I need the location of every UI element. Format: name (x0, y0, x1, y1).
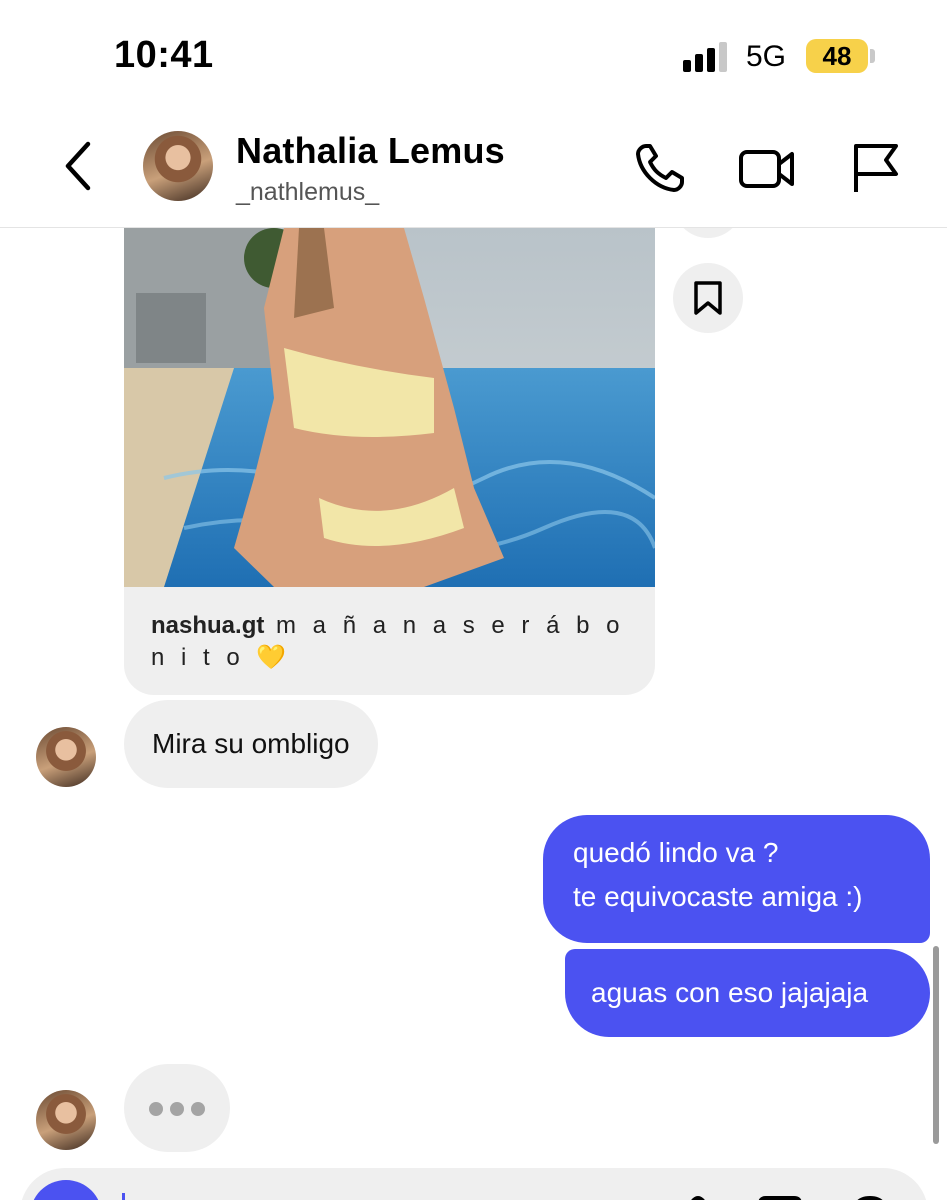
post-username[interactable]: nashua.gt (151, 612, 264, 639)
chat-header: Nathalia Lemus _nathlemus_ (0, 110, 947, 228)
outgoing-message[interactable]: quedó lindo va ? te equivocaste amiga :) (543, 815, 930, 943)
bookmark-icon (694, 281, 722, 315)
signal-strength-icon (683, 42, 731, 72)
outgoing-message[interactable]: aguas con eso jajajaja (565, 949, 930, 1037)
more-options-button[interactable] (673, 228, 743, 238)
message-text: aguas con eso jajajaja (591, 977, 869, 1008)
sticker-icon (857, 1195, 883, 1200)
contact-avatar[interactable] (143, 131, 213, 201)
yellow-heart-emoji: 💛 (256, 644, 292, 671)
video-camera-icon (739, 150, 794, 188)
video-call-button[interactable] (738, 140, 794, 196)
battery-tip (870, 49, 875, 63)
typing-indicator (124, 1064, 230, 1152)
save-post-button[interactable] (673, 263, 743, 333)
text-cursor (122, 1193, 125, 1200)
status-bar: 10:41 5G 48 (0, 0, 947, 110)
post-caption: nashua.gt m a ñ a n a s e r á b o n i t … (151, 610, 626, 674)
battery-level: 48 (822, 41, 852, 71)
message-text-line-2: te equivocaste amiga :) (573, 881, 863, 912)
message-text-line-1: quedó lindo va ? (573, 837, 779, 868)
message-thread[interactable]: nashua.gt m a ñ a n a s e r á b o n i t … (0, 228, 947, 1170)
microphone-button[interactable] (678, 1192, 718, 1200)
contact-username[interactable]: _nathlemus_ (236, 178, 379, 207)
network-label: 5G (746, 40, 787, 73)
message-text: Mira su ombligo (152, 728, 350, 759)
image-icon (758, 1196, 802, 1200)
phone-icon (636, 144, 684, 192)
incoming-message[interactable]: Mira su ombligo (124, 700, 378, 788)
flag-icon (854, 144, 898, 192)
back-chevron-icon (65, 141, 91, 191)
back-button[interactable] (56, 136, 104, 196)
contact-name[interactable]: Nathalia Lemus (236, 130, 505, 172)
status-time: 10:41 (114, 34, 214, 76)
post-photo (124, 228, 655, 587)
microphone-icon (691, 1196, 705, 1200)
post-image[interactable] (124, 228, 655, 587)
audio-call-button[interactable] (632, 140, 688, 196)
report-button[interactable] (848, 140, 904, 196)
shared-post[interactable]: nashua.gt m a ñ a n a s e r á b o n i t … (124, 228, 655, 695)
scrollbar[interactable] (933, 946, 939, 1144)
sticker-button[interactable] (848, 1192, 888, 1200)
gallery-button[interactable] (756, 1192, 802, 1200)
contact-avatar-small[interactable] (36, 1090, 96, 1150)
contact-avatar-small[interactable] (36, 727, 96, 787)
battery-icon: 48 (806, 39, 868, 73)
